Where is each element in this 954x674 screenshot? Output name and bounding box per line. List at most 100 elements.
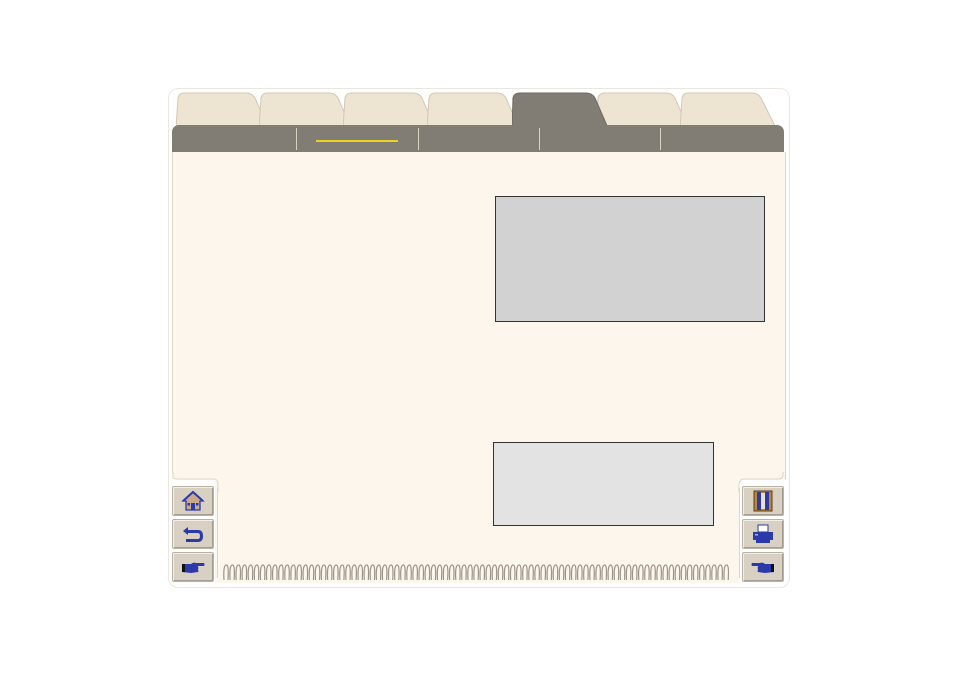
spiral-binding <box>223 564 730 581</box>
tab-1[interactable] <box>176 92 268 128</box>
spiral-coil <box>381 564 388 581</box>
spiral-coil <box>339 564 345 581</box>
spiral-coil <box>650 564 656 581</box>
spiral-coil <box>540 564 547 581</box>
tab-7[interactable] <box>680 92 776 128</box>
spiral-coil <box>534 564 540 581</box>
spiral-coil <box>491 564 498 581</box>
spiral-coil <box>576 564 583 581</box>
print-button[interactable] <box>742 519 784 549</box>
spiral-coil <box>723 564 730 581</box>
spiral-coil <box>284 564 290 581</box>
previous-button[interactable] <box>742 552 784 582</box>
spiral-coil <box>302 564 309 581</box>
spiral-coil <box>271 564 278 581</box>
tab-3[interactable] <box>343 92 435 128</box>
spiral-coil <box>332 564 339 581</box>
subnav-item-3[interactable] <box>419 125 539 152</box>
spiral-coil <box>345 564 351 581</box>
spiral-coil <box>241 564 248 581</box>
spiral-coil <box>290 564 296 581</box>
forward-button[interactable] <box>172 552 214 582</box>
tab-6[interactable] <box>596 92 688 128</box>
spiral-coil <box>387 564 394 581</box>
spiral-coil <box>656 564 662 581</box>
spiral-coil <box>570 564 577 581</box>
subnav-bar <box>172 125 784 152</box>
spiral-coil <box>247 564 254 581</box>
spiral-coil <box>253 564 260 581</box>
spiral-coil <box>296 564 303 581</box>
spiral-coil <box>369 564 376 581</box>
spiral-coil <box>363 564 370 581</box>
spiral-coil <box>235 564 242 581</box>
bottom-band-left-edge <box>217 488 218 578</box>
spiral-coil <box>393 564 400 581</box>
spiral-coil <box>436 564 443 581</box>
spiral-coil <box>692 564 699 581</box>
spiral-coil <box>705 564 711 581</box>
spiral-coil <box>503 564 510 581</box>
spiral-coil <box>406 564 412 581</box>
pointing-hand-right-icon <box>182 562 205 573</box>
index-button[interactable] <box>742 486 784 516</box>
spiral-coil <box>625 564 632 581</box>
tab-4[interactable] <box>427 92 519 128</box>
spiral-coil <box>418 564 425 581</box>
tab-5-active[interactable] <box>512 92 608 128</box>
spiral-coil <box>278 564 284 581</box>
spiral-coil <box>442 564 449 581</box>
subnav-item-2[interactable] <box>297 125 418 152</box>
spiral-coil <box>485 564 492 581</box>
back-button[interactable] <box>172 519 214 549</box>
spiral-coil <box>430 564 437 581</box>
printer-icon <box>753 524 773 543</box>
spiral-coil <box>509 564 516 581</box>
spiral-coil <box>515 564 522 581</box>
home-button[interactable] <box>172 486 214 516</box>
spiral-coil <box>686 564 693 581</box>
spiral-coil <box>668 564 675 581</box>
tab-2[interactable] <box>259 92 351 128</box>
spiral-coil <box>528 564 534 581</box>
spiral-coil <box>375 564 382 581</box>
spiral-coil <box>357 564 364 581</box>
spiral-coil <box>223 564 229 581</box>
spiral-coil <box>558 564 565 581</box>
spiral-coil <box>400 564 406 581</box>
spiral-coil <box>412 564 418 581</box>
spiral-coil <box>619 564 626 581</box>
spiral-coil <box>467 564 473 581</box>
spiral-coil <box>583 564 589 581</box>
spiral-coil <box>473 564 479 581</box>
spiral-coil <box>674 564 681 581</box>
spiral-coil <box>711 564 717 581</box>
subnav-selected-underline <box>316 140 398 142</box>
spiral-coil <box>424 564 431 581</box>
subnav-item-1[interactable] <box>172 125 296 152</box>
subnav-item-4[interactable] <box>540 125 660 152</box>
spiral-coil <box>607 564 614 581</box>
index-book-icon <box>753 490 773 512</box>
spiral-coil <box>326 564 333 581</box>
bottom-band-right-edge <box>739 488 740 578</box>
spiral-coil <box>229 564 235 581</box>
spiral-coil <box>461 564 467 581</box>
spiral-coil <box>308 564 315 581</box>
home-icon <box>181 490 205 511</box>
spiral-coil <box>479 564 486 581</box>
pointing-hand-left-icon <box>751 562 774 573</box>
spiral-coil <box>351 564 357 581</box>
spiral-coil <box>613 564 620 581</box>
spiral-coil <box>644 564 650 581</box>
spiral-coil <box>717 564 723 581</box>
spiral-coil <box>595 564 601 581</box>
spiral-coil <box>454 564 461 581</box>
spiral-coil <box>314 564 321 581</box>
spiral-coil <box>601 564 608 581</box>
subnav-item-5[interactable] <box>661 125 784 152</box>
spiral-coil <box>698 564 705 581</box>
back-arrow-icon <box>183 527 203 542</box>
spiral-coil <box>680 564 687 581</box>
spiral-coil <box>564 564 571 581</box>
